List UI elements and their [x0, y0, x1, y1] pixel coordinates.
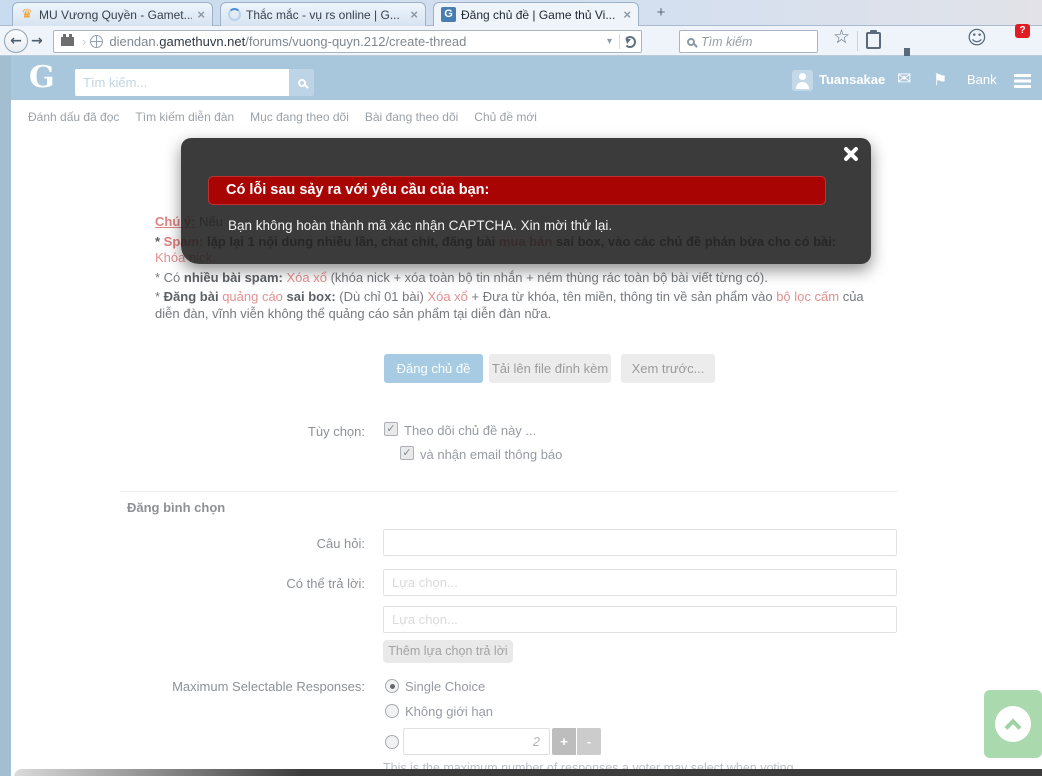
- loading-spinner-icon: [228, 8, 241, 21]
- new-tab-button[interactable]: +: [648, 4, 674, 23]
- firefox-window: ♛ MU Vương Quyền - Gamet... × Thắc mắc -…: [0, 0, 1042, 776]
- user-avatar-icon[interactable]: [792, 70, 813, 91]
- url-path: /forums/vuong-quyn.212/create-thread: [245, 34, 466, 49]
- nav-new-threads[interactable]: Chủ đề mới: [474, 110, 537, 124]
- reload-icon[interactable]: [624, 36, 636, 48]
- nav-search-forum[interactable]: Tìm kiếm diễn đàn: [135, 110, 234, 124]
- url-domain: gamethuvn.net: [159, 34, 245, 49]
- poll-question-input[interactable]: [383, 529, 897, 556]
- search-magnifier-icon: [687, 38, 695, 46]
- watch-thread-label: Theo dõi chủ đề này ...: [404, 423, 536, 438]
- poll-section-divider: [120, 491, 898, 492]
- modal-close-icon[interactable]: [842, 146, 858, 162]
- chat-smiley-icon[interactable]: ☺: [967, 29, 987, 48]
- scroll-to-top-button[interactable]: [984, 690, 1042, 758]
- tab-close-icon[interactable]: ×: [410, 7, 418, 22]
- crown-favicon-icon: ♛: [20, 8, 34, 22]
- max-responses-label: Maximum Selectable Responses:: [95, 679, 365, 694]
- back-button[interactable]: ←: [4, 29, 28, 53]
- tab-title: Đăng chủ đề | Game thủ Vi...: [461, 8, 618, 22]
- addon-brick-icon: [61, 37, 74, 46]
- error-message: Bạn không hoàn thành mã xác nhận CAPTCHA…: [228, 218, 612, 233]
- scroll-top-circle: [995, 706, 1031, 742]
- download-helper-badge: ?: [1015, 24, 1030, 38]
- error-banner: Có lỗi sau sảy ra với yêu cầu của bạn:: [208, 176, 826, 205]
- upload-attachment-button[interactable]: Tải lên file đính kèm: [489, 354, 611, 383]
- tab-dang-chu-de-active[interactable]: G Đăng chủ đề | Game thủ Vi... ×: [433, 2, 639, 26]
- email-notify-label: và nhận email thông báo: [420, 447, 562, 462]
- increment-button[interactable]: +: [552, 728, 576, 755]
- tab-close-icon[interactable]: ×: [623, 7, 631, 22]
- max-responses-input[interactable]: [403, 728, 550, 755]
- chevron-separator-icon: ›: [82, 34, 86, 49]
- url-divider: [619, 34, 620, 49]
- browser-search-box[interactable]: [679, 30, 818, 53]
- single-choice-radio[interactable]: [385, 679, 399, 693]
- captcha-error-modal: Có lỗi sau sảy ra với yêu cầu của bạn: B…: [181, 138, 871, 264]
- url-dropdown-icon[interactable]: ▾: [607, 36, 612, 47]
- forum-logo[interactable]: G: [29, 60, 55, 95]
- url-subdomain: diendan.: [109, 34, 159, 49]
- tab-close-icon[interactable]: ×: [197, 7, 205, 22]
- clipboard-icon[interactable]: [866, 32, 881, 49]
- email-notify-checkbox[interactable]: ✓: [400, 446, 414, 460]
- url-text[interactable]: diendan.gamethuvn.net/forums/vuong-quyn.…: [109, 34, 604, 49]
- tab-bar: ♛ MU Vương Quyền - Gamet... × Thắc mắc -…: [0, 0, 1042, 26]
- rule-ads-line: * Đăng bài quảng cáo sai box: (Dù chỉ 01…: [155, 289, 882, 322]
- url-bar[interactable]: › diendan.gamethuvn.net/forums/vuong-quy…: [53, 30, 642, 53]
- poll-section-heading: Đăng bình chọn: [127, 500, 225, 515]
- poll-choice-input-1[interactable]: [383, 569, 897, 596]
- watch-thread-checkbox[interactable]: ✓: [384, 422, 398, 436]
- hamburger-menu-icon[interactable]: [1014, 74, 1031, 77]
- forum-subnav: Đánh dấu đã đọc Tìm kiếm diễn đàn Mục đa…: [0, 100, 1042, 134]
- nav-watched-threads[interactable]: Bài đang theo dõi: [365, 110, 458, 124]
- single-choice-label: Single Choice: [405, 679, 485, 694]
- tab-title: MU Vương Quyền - Gamet...: [39, 8, 192, 22]
- gamethuvn-favicon-icon: G: [441, 7, 456, 22]
- poll-answers-label: Có thể trả lời:: [95, 576, 365, 591]
- chevron-up-icon: [1005, 719, 1022, 736]
- bookmark-star-icon[interactable]: ☆: [833, 27, 850, 47]
- custom-max-radio[interactable]: [385, 735, 399, 749]
- unlimited-radio[interactable]: [385, 704, 399, 718]
- decrement-button[interactable]: -: [577, 728, 601, 755]
- rule-many-spam-line: * Có nhiều bài spam: Xóa xổ (khóa nick +…: [155, 270, 882, 287]
- bottom-dark-bar: [14, 769, 1042, 776]
- bank-link[interactable]: Bank: [967, 72, 997, 87]
- window-left-edge: [0, 56, 11, 776]
- poll-question-label: Câu hỏi:: [95, 536, 365, 551]
- tab-thac-mac[interactable]: Thắc mắc - vụ rs online | G... ×: [220, 2, 426, 26]
- forum-search-input[interactable]: [75, 69, 289, 96]
- add-choice-button[interactable]: Thêm lựa chọn trả lời: [383, 640, 513, 663]
- alerts-flag-icon[interactable]: ⚑: [933, 70, 947, 89]
- post-thread-button[interactable]: Đăng chủ đề: [384, 354, 483, 383]
- forum-search-button[interactable]: [289, 69, 314, 96]
- nav-watched-forums[interactable]: Mục đang theo dõi: [250, 110, 349, 124]
- poll-choice-input-2[interactable]: [383, 606, 897, 633]
- username-link[interactable]: Tuansakae: [819, 72, 885, 87]
- tab-mu-vuong-quyen[interactable]: ♛ MU Vương Quyền - Gamet... ×: [12, 2, 213, 26]
- forward-button[interactable]: →: [31, 33, 43, 49]
- preview-button[interactable]: Xem trước...: [621, 354, 715, 383]
- magnifier-icon: [298, 79, 306, 87]
- options-label: Tùy chọn:: [95, 424, 365, 439]
- tab-title: Thắc mắc - vụ rs online | G...: [246, 8, 405, 22]
- nav-mark-read[interactable]: Đánh dấu đã đọc: [28, 110, 119, 124]
- browser-search-input[interactable]: [701, 35, 801, 49]
- site-identity-globe-icon[interactable]: [90, 35, 103, 48]
- inbox-envelope-icon[interactable]: ✉: [897, 69, 911, 89]
- toolbar-separator: [857, 31, 858, 51]
- unlimited-label: Không giới hạn: [405, 704, 493, 719]
